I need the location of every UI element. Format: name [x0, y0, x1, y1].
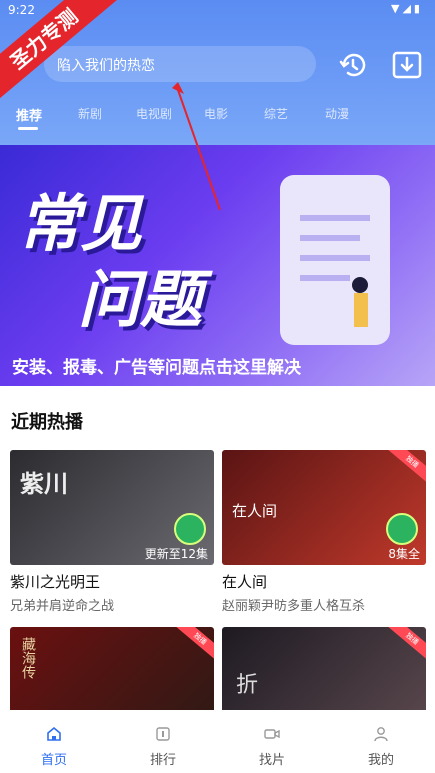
nav-ranking-label: 排行 [149, 753, 176, 768]
nav-ranking[interactable]: 排行 [109, 710, 217, 773]
search-placeholder: 陷入我们的热恋 [57, 58, 155, 74]
card-title: 在人间 [222, 573, 268, 591]
nav-home-label: 首页 [40, 753, 67, 768]
download-icon [392, 51, 422, 79]
history-button[interactable] [336, 48, 370, 82]
poster-title: 紫川 [20, 470, 68, 498]
card-subtitle: 兄弟并肩逆命之战 [10, 599, 115, 614]
poster[interactable]: 在人间 独播 8集全 [222, 450, 426, 565]
tab-new[interactable]: 新剧 [78, 105, 102, 122]
annotation-arrow [172, 82, 221, 211]
episode-count: 8集全 [388, 547, 420, 561]
exclusive-corner-badge: 独播 [385, 450, 426, 486]
poster[interactable]: 紫川 更新至12集 [10, 450, 214, 565]
video-card[interactable]: 紫川 更新至12集 紫川之光明王 兄弟并肩逆命之战 [10, 450, 214, 614]
status-icons: ▼◢▮ [391, 2, 423, 15]
carousel-dots [355, 376, 407, 382]
status-time: 9:22 [8, 3, 35, 17]
ranking-icon [156, 727, 170, 741]
banner-caption: 安装、报毒、广告等问题点击这里解决 [12, 358, 301, 378]
poster-title: 在人间 [232, 502, 278, 520]
history-icon [339, 53, 366, 77]
tab-anime[interactable]: 动漫 [325, 105, 349, 122]
bottom-nav: 首页 排行 找片 我的 [0, 710, 435, 773]
nav-home[interactable]: 首页 [0, 710, 108, 773]
nav-discover[interactable]: 找片 [218, 710, 326, 773]
tab-active-indicator [18, 127, 38, 130]
search-input[interactable]: 陷入我们的热恋 [44, 46, 316, 82]
video-card[interactable]: 在人间 独播 8集全 在人间 赵丽颖尹昉多重人格互杀 [222, 450, 426, 614]
tab-recommend[interactable]: 推荐 [16, 105, 42, 124]
paper-illustration [280, 175, 390, 345]
free-badge [174, 513, 206, 545]
download-button[interactable] [390, 48, 424, 82]
card-title: 紫川之光明王 [10, 573, 101, 591]
poster-title: 藏海传 [20, 637, 36, 679]
banner-headline-2: 问题 [78, 263, 203, 336]
episode-count: 更新至12集 [144, 547, 208, 561]
exclusive-corner-badge: 独播 [385, 627, 426, 663]
home-icon [47, 726, 61, 741]
video-camera-icon [264, 729, 280, 739]
poster-title: 折 [236, 673, 259, 698]
card-subtitle: 赵丽颖尹昉多重人格互杀 [222, 599, 366, 614]
nav-profile-label: 我的 [367, 753, 394, 768]
exclusive-corner-badge: 独播 [173, 627, 214, 663]
tab-variety[interactable]: 综艺 [264, 105, 288, 122]
nav-profile[interactable]: 我的 [327, 710, 435, 773]
free-badge [386, 513, 418, 545]
section-title: 近期热播 [11, 412, 83, 433]
nav-discover-label: 找片 [258, 753, 285, 768]
user-icon [374, 727, 388, 742]
tab-tv[interactable]: 电视剧 [136, 105, 172, 122]
